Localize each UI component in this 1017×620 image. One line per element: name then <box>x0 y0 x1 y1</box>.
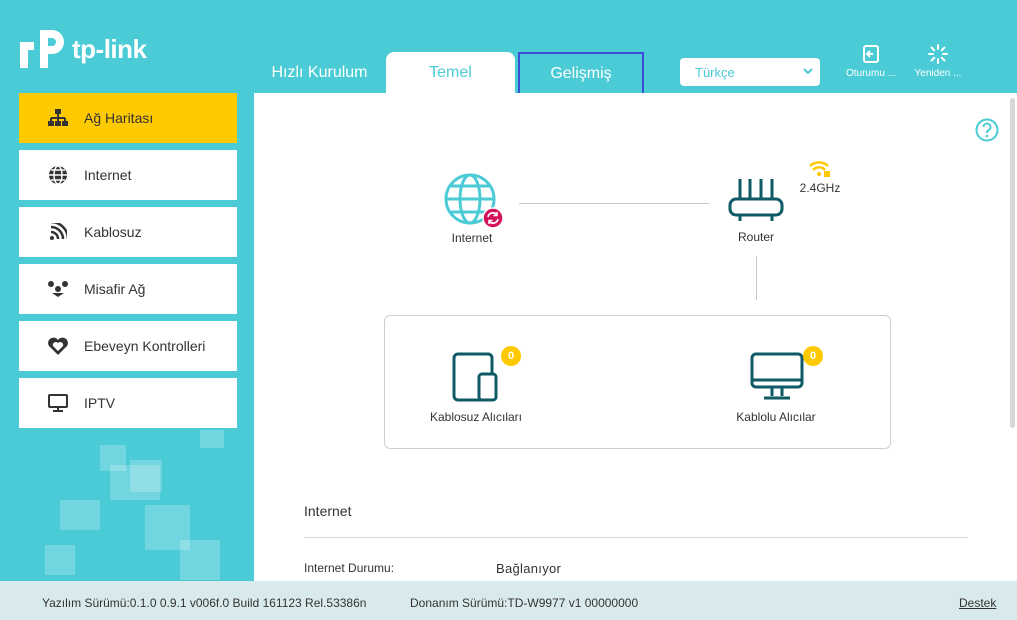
router-node-label: Router <box>737 230 775 244</box>
sidebar-item-label: Misafir Ağ <box>84 281 146 297</box>
connection-line <box>519 203 709 204</box>
sidebar: Ağ Haritası Internet Kablosuz Misafir Ağ… <box>19 93 237 435</box>
internet-status-label: Internet Durumu: <box>304 561 395 575</box>
wireless-icon <box>47 221 69 243</box>
wifi-icon <box>809 161 830 177</box>
tv-icon <box>47 392 69 414</box>
sidebar-item-internet[interactable]: Internet <box>19 150 237 200</box>
footer: Yazılım Sürümü:0.1.0 0.9.1 v006f.0 Build… <box>0 581 1017 620</box>
tablet-phone-icon[interactable] <box>451 352 501 402</box>
sidebar-item-label: IPTV <box>84 395 116 411</box>
sidebar-item-parental-controls[interactable]: Ebeveyn Kontrolleri <box>19 321 237 371</box>
internet-node[interactable] <box>444 173 504 229</box>
reboot-button[interactable]: Yeniden ... <box>906 44 970 79</box>
logout-label: Oturumu ... <box>845 68 896 79</box>
guest-network-icon <box>47 278 69 300</box>
sidebar-item-wireless[interactable]: Kablosuz <box>19 207 237 257</box>
decor-square <box>180 540 220 580</box>
wireless-clients-count-badge: 0 <box>501 346 521 366</box>
logout-icon <box>863 45 879 63</box>
firmware-version: Yazılım Sürümü:0.1.0 0.9.1 v006f.0 Build… <box>42 596 367 610</box>
internet-status-value: Bağlanıyor <box>496 561 562 576</box>
tp-link-logo-icon <box>20 30 64 68</box>
internet-section-title: Internet <box>304 503 352 519</box>
network-map-icon <box>47 107 69 129</box>
decor-square <box>110 465 160 500</box>
parental-controls-icon <box>47 335 69 357</box>
router-icon[interactable] <box>728 177 784 223</box>
language-select[interactable]: Türkçe <box>680 58 820 86</box>
reconnect-icon <box>482 207 504 229</box>
sidebar-item-guest-network[interactable]: Misafir Ağ <box>19 264 237 314</box>
reboot-icon <box>928 44 948 64</box>
decor-square <box>45 545 75 575</box>
chevron-down-icon <box>803 68 813 75</box>
hardware-version: Donanım Sürümü:TD-W9977 v1 00000000 <box>410 596 639 610</box>
wired-clients-count-badge: 0 <box>803 346 823 366</box>
sidebar-item-label: Ebeveyn Kontrolleri <box>84 338 206 354</box>
sidebar-item-label: Ağ Haritası <box>84 110 154 126</box>
wireless-clients-label: Kablosuz Alıcıları <box>429 410 523 424</box>
clients-box: 0 Kablosuz Alıcıları 0 Kablolu Alıcılar <box>384 315 891 449</box>
tp-link-logo[interactable]: tp-link <box>18 26 147 72</box>
globe-icon <box>47 164 69 186</box>
tab-basic[interactable]: Temel <box>386 52 515 93</box>
divider <box>304 537 968 538</box>
wired-clients-label: Kablolu Alıcılar <box>736 410 816 424</box>
language-select-value: Türkçe <box>695 64 735 80</box>
sidebar-item-label: Internet <box>84 167 132 183</box>
header: tp-link Hızlı Kurulum Temel Gelişmiş Tür… <box>0 0 1017 108</box>
help-icon[interactable] <box>975 118 999 142</box>
support-link[interactable]: Destek <box>959 596 996 610</box>
main-panel: Internet Router 2.4GHz 0 Kablosuz Alıcıl… <box>254 93 1017 581</box>
sidebar-item-label: Kablosuz <box>84 224 142 240</box>
sidebar-item-iptv[interactable]: IPTV <box>19 378 237 428</box>
sidebar-item-network-map[interactable]: Ağ Haritası <box>19 93 237 143</box>
internet-node-label: Internet <box>451 231 493 245</box>
monitor-icon[interactable] <box>750 352 804 402</box>
logo-text: tp-link <box>72 33 147 64</box>
band-label: 2.4GHz <box>799 181 841 195</box>
decor-square <box>60 500 100 530</box>
logout-button[interactable]: Oturumu ... <box>839 44 903 79</box>
reboot-label: Yeniden ... <box>914 68 962 79</box>
tab-quick-setup[interactable]: Hızlı Kurulum <box>262 52 377 93</box>
connection-line <box>756 256 757 300</box>
scrollbar[interactable] <box>1010 98 1015 428</box>
